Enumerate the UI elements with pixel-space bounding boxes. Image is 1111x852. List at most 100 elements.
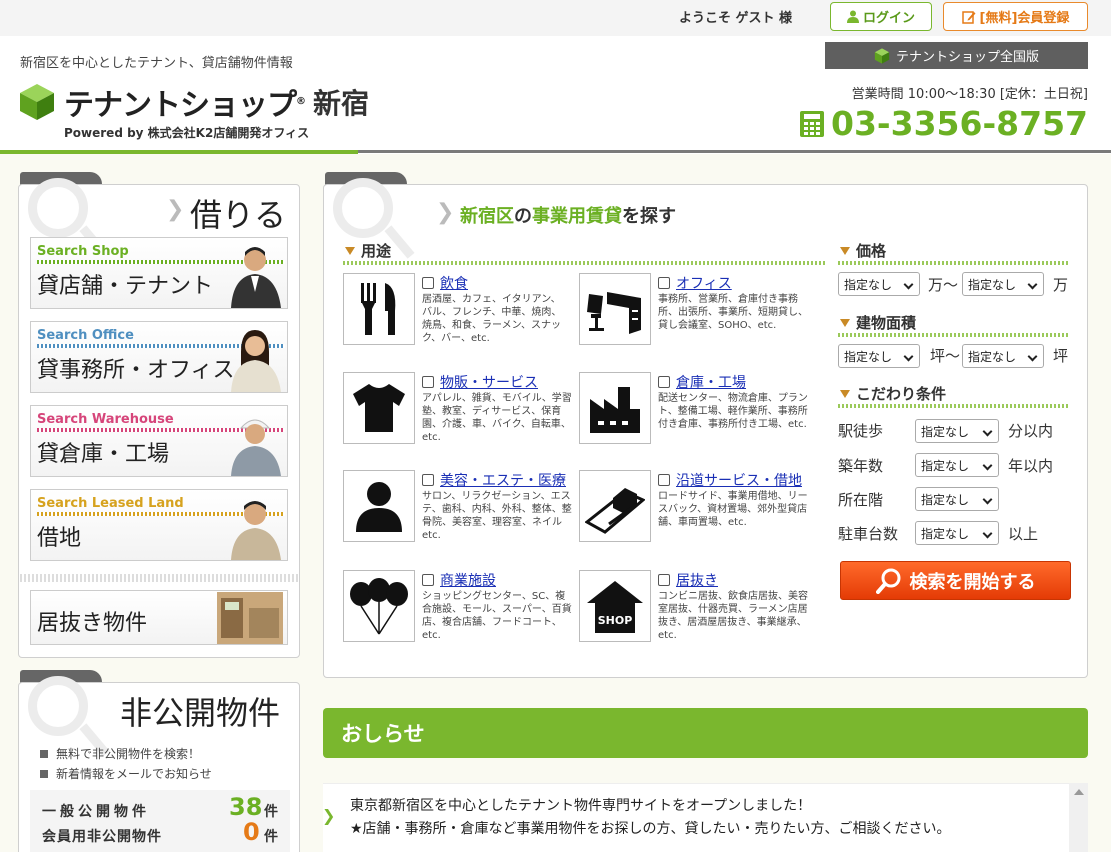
rent-card-en: Search Warehouse [37,412,174,427]
nationwide-link[interactable]: テナントショップ全国版 [825,42,1088,69]
rent-card-jp: 貸事務所・オフィス [37,358,235,383]
businessman-photo-icon [231,501,281,560]
rent-card-en: Search Office [37,328,134,343]
parking-suffix: 以上 [1008,525,1039,543]
chevron-right-icon: ❯ [166,197,185,222]
cube-logo-icon [20,84,54,120]
powered-by: Powered by 株式会社K2店舗開発オフィス [64,126,310,140]
category-checkbox[interactable] [658,376,670,388]
category-desc: ロードサイド、事業用借地、リースバック、資材置場、郊外型貸店舗、車両置場、etc… [658,491,808,528]
category-checkbox[interactable] [658,277,670,289]
shop-house-icon: SHOP [579,570,651,642]
price-min-select[interactable]: 指定なし [838,272,920,296]
parking-label: 駐車台数 [838,525,899,543]
preferences-heading: こだわり条件 [840,383,946,404]
office-desk-icon [579,273,651,345]
search-title: 新宿区の事業用賃貸を探す [460,206,676,227]
separator [20,574,298,582]
category-desc: コンビニ居抜、飲食店居抜、美容室居抜、什器売買、ラーメン店居抜き、居酒屋居抜き、… [658,591,808,641]
private-count-label: 会員用非公開物件 [42,829,162,845]
fork-knife-icon [343,273,415,345]
area-heading: 建物面積 [840,312,916,333]
count-unit: 件 [264,804,278,820]
private-feature-item: 無料で非公開物件を検索！ [40,745,200,762]
svg-text:SHOP: SHOP [598,614,633,627]
category-desc: サロン、リラクゼーション、エステ、歯科、内科、外科、整体、整骨院、美容室、理容室… [422,491,572,541]
office-woman-photo-icon [231,330,281,392]
category-retail[interactable]: 物販・サービス [422,372,538,392]
public-count-value: 38 [229,793,263,821]
dotted-rule [838,333,1069,337]
area-min-select[interactable]: 指定なし [838,344,920,368]
category-checkbox[interactable] [422,474,434,486]
phone-number[interactable]: 03-3356-8757 [799,104,1088,143]
dotted-rule [838,261,1069,265]
private-count-value: 0 [243,818,260,846]
rent-card-shop[interactable]: Search Shop 貸店舗・テナント [30,237,288,309]
start-search-button[interactable]: 検索を開始する [840,561,1071,600]
category-checkbox[interactable] [658,574,670,586]
tshirt-icon [343,372,415,444]
category-roadside[interactable]: 沿道サービス・借地 [658,470,802,490]
rent-card-office[interactable]: Search Office 貸事務所・オフィス [30,321,288,393]
category-desc: 事務所、営業所、倉庫付き事務所、出張所、事業所、短期貸し、貸し会議室、SOHO、… [658,294,808,331]
age-select[interactable]: 指定なし [915,453,999,477]
nationwide-label: テナントショップ全国版 [895,50,1039,65]
logo-text: テナントショップ® [64,88,306,123]
count-unit: 件 [264,829,278,845]
category-warehouse[interactable]: 倉庫・工場 [658,372,746,392]
category-checkbox[interactable] [422,376,434,388]
category-restaurant[interactable]: 飲食 [422,273,468,293]
logo-city: 新宿 [313,87,370,120]
register-button[interactable]: [無料]会員登録 [943,2,1088,31]
price-unit-label: 万 [1053,276,1069,294]
rent-card-jp: 貸店舗・テナント [37,274,214,299]
category-checkbox[interactable] [422,277,434,289]
person-icon [343,470,415,542]
news-header: おしらせ [323,708,1088,758]
login-label: ログイン [862,11,915,26]
news-item[interactable]: 東京都新宿区を中心としたテナント物件専門サイトをオープンしました！ ★店舗・事務… [350,795,951,841]
rent-card-jp: 貸倉庫・工場 [37,442,170,467]
register-label: [無料]会員登録 [979,11,1070,26]
category-commercial[interactable]: 商業施設 [422,570,496,590]
area-sep-label: 坪～ [930,347,961,365]
scroll-up-arrow-icon[interactable] [1074,789,1084,795]
category-office[interactable]: オフィス [658,273,732,293]
magnifier-decoration-icon [28,178,88,238]
iinuki-card[interactable]: 居抜き物件 [30,590,288,645]
start-search-label: 検索を開始する [909,571,1036,593]
roadside-icon [579,470,651,542]
area-max-select[interactable]: 指定なし [962,344,1044,368]
dotted-rule [343,261,827,265]
category-desc: ショッピングセンター、SC、複合施設、モール、スーパー、百貨店、複合店舗、フード… [422,591,572,641]
rent-card-jp: 借地 [37,526,82,551]
rent-card-warehouse[interactable]: Search Warehouse 貸倉庫・工場 [30,405,288,477]
category-checkbox[interactable] [422,574,434,586]
factory-icon [579,372,651,444]
category-beauty[interactable]: 美容・エステ・医療 [422,470,566,490]
price-max-select[interactable]: 指定なし [962,272,1044,296]
rent-card-land[interactable]: Search Leased Land 借地 [30,489,288,561]
login-button[interactable]: ログイン [830,2,932,31]
dotted-rule [838,404,1069,408]
edit-icon [961,10,976,24]
usage-heading: 用途 [345,240,391,261]
private-feature-item: 新着情報をメールでお知らせ [40,765,212,782]
news-line: 東京都新宿区を中心としたテナント物件専門サイトをオープンしました！ [350,798,812,814]
news-line: ★店舗・事務所・倉庫など事業用物件をお探しの方、貸したい・売りたい方、ご相談くだ… [350,821,951,837]
site-logo[interactable]: テナントショップ® 新宿 [18,80,369,124]
floor-select[interactable]: 指定なし [915,487,999,511]
category-checkbox[interactable] [658,474,670,486]
businessman-photo-icon [231,247,281,308]
phone-icon [799,110,824,137]
shop-interior-photo-icon [217,592,283,644]
cube-icon [874,47,890,64]
price-heading: 価格 [840,240,886,261]
category-iinuki[interactable]: 居抜き [658,570,718,590]
site-tagline: 新宿区を中心としたテナント、貸店舗物件情報 [20,56,293,71]
chevron-right-icon: ❯ [322,806,336,825]
parking-select[interactable]: 指定なし [915,521,999,545]
phone-label: 03-3356-8757 [830,104,1088,143]
walk-select[interactable]: 指定なし [915,419,999,443]
